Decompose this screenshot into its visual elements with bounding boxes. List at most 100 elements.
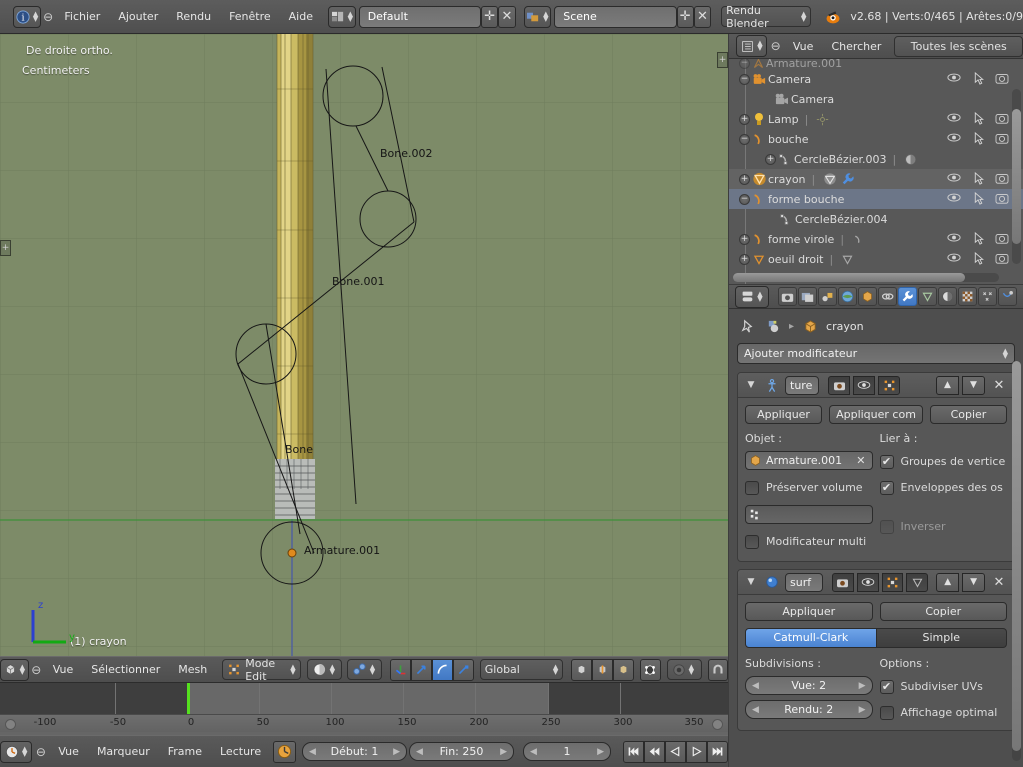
- frame-end-increment[interactable]: ▶: [500, 747, 507, 757]
- frame-start-decrement[interactable]: ◀: [309, 747, 316, 757]
- multi-modifier-row[interactable]: Modificateur multi: [745, 531, 873, 552]
- expand-toggle[interactable]: −: [739, 193, 750, 205]
- outliner-row-forme-bouche[interactable]: − forme bouche: [729, 189, 1023, 209]
- timeline-menu-lecture[interactable]: Lecture: [211, 741, 270, 762]
- render-toggle-icon[interactable]: [828, 375, 850, 395]
- curve-data-icon[interactable]: [850, 230, 866, 249]
- eye-icon[interactable]: [947, 232, 961, 243]
- timeline-playhead[interactable]: [187, 683, 190, 714]
- close-icon[interactable]: ✕: [989, 573, 1009, 592]
- scale-manipulator-button[interactable]: [452, 658, 474, 681]
- outliner-row-cerclebezier-003[interactable]: + CercleBézier.003 |: [729, 149, 1023, 169]
- mesh-data-icon[interactable]: [821, 170, 839, 189]
- multi-modifier-checkbox[interactable]: [745, 534, 759, 549]
- pivot-point-selector[interactable]: ▲ ▼: [346, 659, 382, 680]
- outliner-row-cerclebezier-004[interactable]: CercleBézier.004: [729, 209, 1023, 229]
- cursor-icon[interactable]: [973, 252, 985, 265]
- mesh-data-icon[interactable]: [839, 250, 855, 269]
- menu-fenetre[interactable]: Fenêtre: [220, 6, 280, 27]
- eye-icon[interactable]: [947, 112, 961, 123]
- triangle-down-icon[interactable]: ▼: [743, 573, 759, 592]
- invert-checkbox[interactable]: [879, 519, 894, 534]
- subsurf-modifier-name-field[interactable]: surf: [785, 572, 823, 592]
- armature-object-field[interactable]: Armature.001 ✕: [745, 451, 873, 470]
- close-icon[interactable]: ✕: [989, 376, 1009, 395]
- timeline-menu-frame[interactable]: Frame: [159, 741, 211, 762]
- timeline-scrollbar-right-handle[interactable]: [712, 719, 723, 730]
- 3d-viewport[interactable]: De droite ortho. Centimeters (1) crayon …: [0, 34, 728, 656]
- triangle-down-icon[interactable]: ▼: [743, 376, 759, 395]
- add-modifier-dropdown[interactable]: Ajouter modificateur ▲ ▼: [737, 343, 1015, 364]
- outliner-menu-chercher[interactable]: Chercher: [822, 36, 890, 57]
- expand-toggle[interactable]: +: [739, 173, 750, 185]
- optimal-display-row[interactable]: Affichage optimal: [879, 702, 1008, 723]
- outliner-vertical-scrollbar[interactable]: [1012, 89, 1021, 264]
- optimal-display-checkbox[interactable]: [879, 705, 894, 720]
- object-icon[interactable]: [763, 317, 783, 336]
- view-subdiv-decrement[interactable]: ◀: [752, 681, 759, 691]
- screen-layout-selector[interactable]: ▲ ▼: [328, 5, 356, 28]
- properties-scrollbar[interactable]: [1012, 361, 1021, 761]
- viewport-shading-selector[interactable]: ▲ ▼: [306, 659, 342, 680]
- move-down-button[interactable]: ▼: [962, 375, 985, 395]
- outliner-menu-vue[interactable]: Vue: [784, 36, 823, 57]
- lamp-data-icon[interactable]: [814, 110, 830, 129]
- vertex-groups-checkbox[interactable]: [879, 454, 894, 469]
- tab-modifiers[interactable]: [898, 287, 917, 306]
- menu-rendu[interactable]: Rendu: [167, 6, 220, 27]
- on-cage-toggle-icon[interactable]: [906, 572, 929, 592]
- apply-as-shapekey-button[interactable]: Appliquer com: [829, 405, 923, 424]
- camera-render-icon[interactable]: [995, 112, 1009, 124]
- outliner-row-crayon[interactable]: + crayon |: [729, 169, 1023, 189]
- outliner-editor-type-selector[interactable]: ▲ ▼: [736, 35, 768, 57]
- tab-render-layers[interactable]: [798, 287, 817, 306]
- frame-end-field[interactable]: ◀ Fin: 250 ▶: [408, 742, 515, 761]
- viewport-menu-collapse[interactable]: ⊖: [29, 661, 44, 679]
- render-subdiv-increment[interactable]: ▶: [859, 705, 866, 715]
- edit-mode-toggle-icon[interactable]: [881, 572, 904, 592]
- transform-orientation-selector[interactable]: Global ▲ ▼: [479, 659, 564, 680]
- viewport-menu-selectionner[interactable]: Sélectionner: [82, 659, 169, 680]
- cursor-icon[interactable]: [973, 232, 985, 245]
- tab-physics[interactable]: [998, 287, 1017, 306]
- subsurf-modifier-header[interactable]: ▼ surf ▲ ▼ ✕: [738, 570, 1014, 595]
- camera-render-icon[interactable]: [995, 132, 1009, 144]
- cursor-icon[interactable]: [973, 112, 985, 125]
- menu-collapse-toggle[interactable]: ⊖: [41, 8, 55, 26]
- outliner-row-lamp[interactable]: + Lamp |: [729, 109, 1023, 129]
- timeline-menu-vue[interactable]: Vue: [49, 741, 88, 762]
- eye-icon[interactable]: [947, 132, 961, 143]
- translate-manipulator-button[interactable]: [389, 658, 411, 681]
- move-up-button[interactable]: ▲: [936, 375, 959, 395]
- tab-constraints[interactable]: [878, 287, 897, 306]
- camera-render-icon[interactable]: [995, 192, 1009, 204]
- preserve-volume-row[interactable]: Préserver volume: [745, 477, 873, 498]
- timeline-menu-collapse[interactable]: ⊖: [32, 743, 49, 761]
- apply-button[interactable]: Appliquer: [745, 405, 823, 424]
- camera-render-icon[interactable]: [995, 172, 1009, 184]
- interaction-mode-selector[interactable]: Mode Edit ▲ ▼: [222, 657, 301, 683]
- tab-texture[interactable]: [958, 287, 977, 306]
- camera-render-icon[interactable]: [995, 232, 1009, 244]
- viewport-menu-vue[interactable]: Vue: [44, 659, 83, 680]
- timeline-menu-marqueur[interactable]: Marqueur: [88, 741, 159, 762]
- vertex-group-field[interactable]: [745, 505, 873, 524]
- outliner-row-forme-virole[interactable]: + forme virole |: [729, 229, 1023, 249]
- play-reverse-button[interactable]: [664, 740, 686, 763]
- tab-world[interactable]: [838, 287, 857, 306]
- menu-aide[interactable]: Aide: [280, 6, 322, 27]
- outliner-row-camera-data[interactable]: Camera: [729, 89, 1023, 109]
- eye-icon[interactable]: [947, 72, 961, 83]
- clear-object-icon[interactable]: ✕: [856, 452, 865, 469]
- outliner-menu-collapse[interactable]: ⊖: [767, 37, 783, 55]
- tab-object[interactable]: [858, 287, 877, 306]
- properties-editor[interactable]: ▲ ▼ ▸ crayon Ajouter modificateur ▲ ▼ ▼ …: [729, 285, 1023, 767]
- catmull-clark-option[interactable]: Catmull-Clark: [745, 628, 877, 648]
- subdivide-uvs-row[interactable]: Subdiviser UVs: [879, 676, 1008, 697]
- subdivide-uvs-checkbox[interactable]: [879, 679, 894, 694]
- menu-fichier[interactable]: Fichier: [55, 6, 109, 27]
- preserve-volume-checkbox[interactable]: [745, 480, 759, 495]
- move-down-button[interactable]: ▼: [962, 572, 985, 592]
- scene-browse-selector[interactable]: ▲ ▼: [523, 5, 552, 28]
- invert-row[interactable]: Inverser: [879, 516, 1008, 537]
